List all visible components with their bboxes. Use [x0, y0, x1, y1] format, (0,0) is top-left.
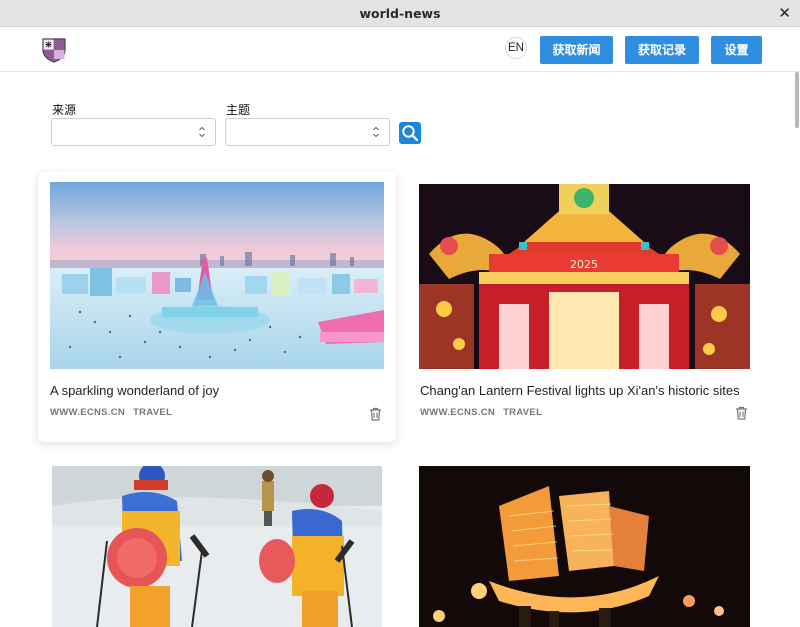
fetch-log-button[interactable]: 获取记录 — [625, 36, 699, 64]
article-meta: WWW.ECNS.CN TRAVEL — [420, 407, 542, 418]
source-label: 来源 — [52, 103, 77, 117]
article-tag: TRAVEL — [503, 407, 543, 418]
trash-icon[interactable] — [369, 407, 382, 421]
news-card[interactable] — [38, 455, 396, 627]
select-arrows-icon — [373, 126, 379, 138]
article-source: WWW.ECNS.CN — [50, 407, 126, 418]
article-source: WWW.ECNS.CN — [420, 407, 496, 418]
language-toggle[interactable]: EN — [505, 37, 527, 59]
shield-logo-icon[interactable] — [41, 37, 67, 63]
settings-button[interactable]: 设置 — [711, 36, 762, 64]
article-image[interactable] — [50, 182, 384, 369]
news-card[interactable]: 2025 Chang'an Lantern Festival lights up… — [408, 172, 764, 442]
search-icon — [402, 125, 419, 142]
article-title[interactable]: Chang'an Lantern Festival lights up Xi'a… — [420, 383, 740, 398]
source-select[interactable] — [51, 118, 216, 146]
trash-icon[interactable] — [735, 406, 748, 420]
window-titlebar: world-news ✕ — [0, 0, 800, 27]
article-image[interactable] — [419, 466, 750, 627]
news-card[interactable] — [408, 455, 764, 627]
article-title[interactable]: A sparkling wonderland of joy — [50, 383, 219, 398]
select-arrows-icon — [199, 126, 205, 138]
article-meta: WWW.ECNS.CN TRAVEL — [50, 407, 172, 418]
topic-select[interactable] — [225, 118, 390, 146]
article-image[interactable]: 2025 — [419, 184, 750, 369]
window-title: world-news — [359, 6, 441, 21]
scrollbar[interactable] — [795, 72, 799, 128]
news-card[interactable]: A sparkling wonderland of joy WWW.ECNS.C… — [38, 172, 396, 442]
article-tag: TRAVEL — [133, 407, 173, 418]
search-button[interactable] — [399, 122, 421, 144]
close-icon[interactable]: ✕ — [778, 4, 791, 22]
fetch-news-button[interactable]: 获取新闻 — [540, 36, 613, 64]
topic-label: 主题 — [226, 103, 251, 117]
svg-text:2025: 2025 — [570, 258, 598, 271]
article-image[interactable] — [52, 466, 382, 627]
app-header: EN 获取新闻 获取记录 设置 — [0, 27, 800, 72]
